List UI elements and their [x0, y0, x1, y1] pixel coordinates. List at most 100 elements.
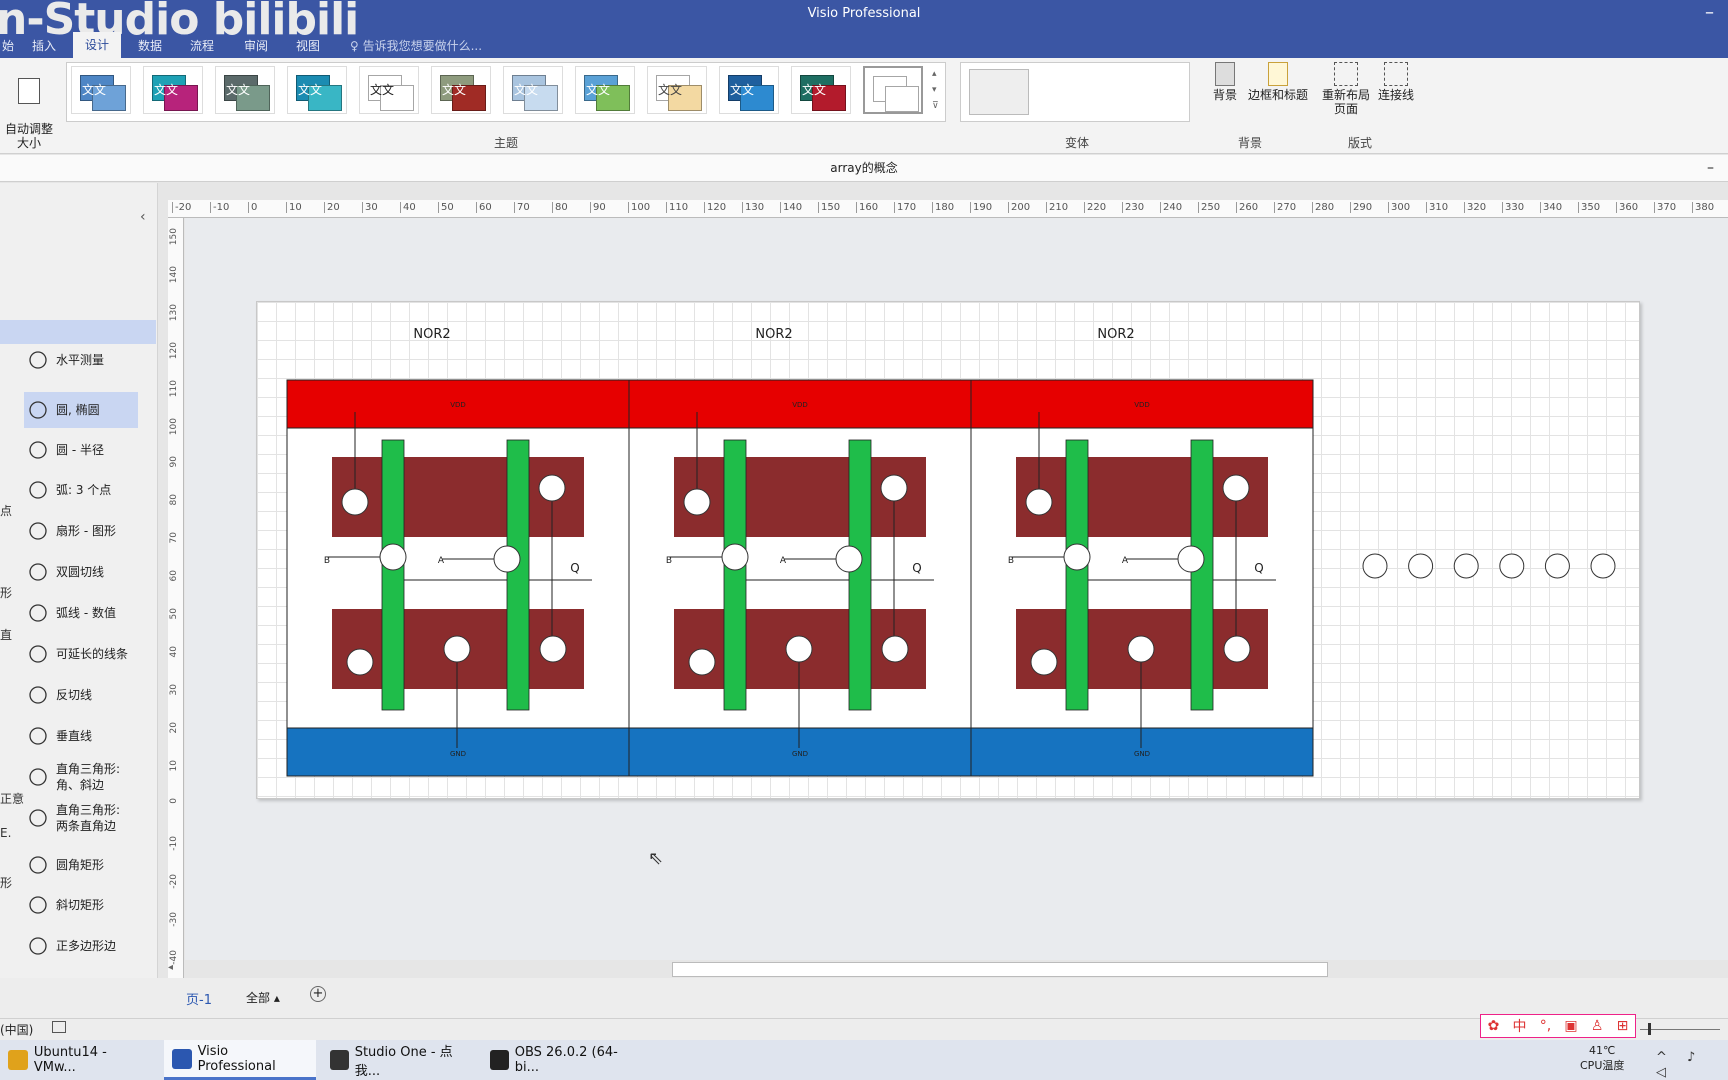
- loose-circle: [1453, 553, 1479, 579]
- toolbox-icon[interactable]: ▣: [1564, 1018, 1577, 1034]
- background-button[interactable]: 背景: [1210, 62, 1240, 102]
- tab-view[interactable]: 视图: [286, 35, 330, 56]
- theme-9[interactable]: 文文: [647, 66, 707, 114]
- shape-item-10[interactable]: 垂直线: [24, 718, 138, 754]
- shape-item-9[interactable]: 反切线: [24, 677, 138, 713]
- reverse-tangent-icon: [26, 683, 50, 707]
- shape-item-label: 弧线 - 数值: [56, 606, 116, 620]
- tab-home[interactable]: 始: [0, 35, 24, 56]
- collapse-panel-button[interactable]: ‹: [140, 209, 146, 225]
- shape-item-5[interactable]: 扇形 - 图形: [24, 513, 138, 549]
- layout-group-label: 版式: [1348, 136, 1373, 150]
- auto-size-button[interactable]: 自动调整 大小: [4, 64, 54, 150]
- shape-item-3[interactable]: 圆 - 半径: [24, 432, 138, 468]
- theme-6[interactable]: 文文: [431, 66, 491, 114]
- paw-icon[interactable]: ✿: [1488, 1018, 1500, 1034]
- shape-item-7[interactable]: 弧线 - 数值: [24, 595, 138, 631]
- ruler-tick: 140: [169, 266, 179, 284]
- circle-icon: [26, 398, 50, 422]
- tab-process[interactable]: 流程: [180, 35, 224, 56]
- grid-icon[interactable]: ⊞: [1617, 1018, 1629, 1034]
- theme-4[interactable]: 文文: [287, 66, 347, 114]
- gallery-scroll[interactable]: ▴ ▾ ⊽: [932, 66, 939, 114]
- vertical-ruler: 150 140 130 120 110 100 90 80 70 60 50 40 30 20 10 0 -10…: [168, 218, 184, 978]
- ruler-tick: 250: [1198, 202, 1220, 213]
- theme-10[interactable]: 文文: [719, 66, 779, 114]
- ruler-tick: 260: [1236, 202, 1258, 213]
- taskbar-item-3[interactable]: Studio One - 点我...: [322, 1040, 478, 1080]
- theme-11[interactable]: 文文: [791, 66, 851, 114]
- document-minimize-button[interactable]: –: [1707, 155, 1714, 181]
- taskbar-label: Ubuntu14 - VMw...: [33, 1045, 107, 1075]
- ruler-tick: 10: [169, 760, 179, 772]
- zoom-slider[interactable]: [1640, 1029, 1720, 1030]
- shape-item-1[interactable]: 水平测量: [24, 342, 138, 378]
- shape-item-label: 水平测量: [56, 353, 105, 367]
- theme-7[interactable]: 文文: [503, 66, 563, 114]
- theme-5[interactable]: 文文: [359, 66, 419, 114]
- contact: [688, 648, 716, 676]
- relayout-button[interactable]: 重新布局 页面: [1320, 62, 1372, 116]
- ruler-tick: 10: [286, 202, 302, 213]
- cut-label: 形: [0, 876, 13, 890]
- tab-review[interactable]: 审阅: [234, 35, 278, 56]
- shape-item-4[interactable]: 弧: 3 个点: [24, 472, 138, 508]
- shape-item-13[interactable]: 圆角矩形: [24, 847, 138, 883]
- contact: [880, 474, 908, 502]
- background-icon: [1215, 62, 1235, 86]
- zoom-thumb[interactable]: [1648, 1023, 1651, 1035]
- punct-icon[interactable]: °,: [1540, 1018, 1551, 1034]
- theme-2[interactable]: 文文: [143, 66, 203, 114]
- tell-me-search[interactable]: ♀ 告诉我您想要做什么...: [350, 37, 482, 54]
- minimize-button[interactable]: –: [1705, 2, 1714, 23]
- tab-insert[interactable]: 插入: [22, 35, 66, 56]
- taskbar-item-2[interactable]: Visio Professional: [164, 1040, 316, 1080]
- themes-group-label: 主题: [494, 136, 519, 150]
- shape-item-15[interactable]: 正多边形边: [24, 928, 138, 964]
- add-page-button[interactable]: +: [310, 986, 326, 1002]
- shape-item-2[interactable]: 圆, 椭圆: [24, 392, 138, 428]
- taskbar-item-1[interactable]: Ubuntu14 - VMw...: [0, 1040, 160, 1080]
- ime-mode[interactable]: 中: [1513, 1016, 1527, 1036]
- variant-1[interactable]: [969, 69, 1029, 115]
- user-icon[interactable]: ♙: [1591, 1018, 1604, 1034]
- theme-1[interactable]: 文文: [71, 66, 131, 114]
- cpu-temp: 41℃ CPU温度: [1580, 1044, 1625, 1072]
- taskbar-label: Visio Professional: [197, 1043, 276, 1074]
- tab-data[interactable]: 数据: [128, 35, 172, 56]
- arc-value-icon: [26, 601, 50, 625]
- input-a-label: A: [780, 556, 787, 566]
- bevel-rect-icon: [26, 893, 50, 917]
- borders-titles-button[interactable]: 边框和标题: [1246, 62, 1310, 102]
- shape-item-6[interactable]: 双圆切线: [24, 554, 138, 590]
- shape-item-11[interactable]: 直角三角形: 角、斜边: [24, 759, 138, 795]
- tab-design[interactable]: 设计: [73, 32, 122, 58]
- app-icon: [490, 1050, 509, 1070]
- taskbar-item-4[interactable]: OBS 26.0.2 (64-bi...: [482, 1040, 642, 1080]
- page-tab-1[interactable]: 页-1: [186, 989, 212, 1008]
- ime-toolbar[interactable]: ✿ 中 °, ▣ ♙ ⊞: [1480, 1014, 1636, 1038]
- theme-3[interactable]: 文文: [215, 66, 275, 114]
- nor2-array-diagram[interactable]: NOR2 VDD GND B A Q NOR2 VDD GND B A Q NOR2 VDD GND B A Q: [257, 302, 1641, 800]
- shape-item-14[interactable]: 斜切矩形: [24, 887, 138, 923]
- macro-icon[interactable]: [52, 1021, 66, 1033]
- tray-icons[interactable]: ^ ♪ ◁: [1656, 1050, 1728, 1080]
- output-q-label: Q: [912, 561, 921, 575]
- all-pages-button[interactable]: 全部 ▴: [246, 989, 280, 1006]
- shape-item-label: 可延长的线条: [56, 647, 129, 661]
- stencil-header[interactable]: [0, 320, 156, 344]
- theme-8[interactable]: 文文: [575, 66, 635, 114]
- shape-item-12[interactable]: 直角三角形: 两条直角边: [24, 800, 138, 836]
- shape-item-8[interactable]: 可延长的线条: [24, 636, 138, 672]
- ruler-tick: 270: [1274, 202, 1296, 213]
- connectors-button[interactable]: 连接线: [1376, 62, 1416, 102]
- output-q-label: Q: [570, 561, 579, 575]
- contact: [1063, 543, 1091, 571]
- title-bar: n-Studio bilibili Visio Professional – 始…: [0, 0, 1728, 58]
- ruler-tick: -10: [210, 202, 229, 213]
- drawing-page[interactable]: NOR2 VDD GND B A Q NOR2 VDD GND B A Q NOR2 VDD GND B A Q: [256, 301, 1640, 799]
- theme-12[interactable]: [863, 66, 923, 114]
- scroll-left-button[interactable]: ◂: [168, 962, 182, 977]
- horizontal-scrollbar[interactable]: [672, 962, 1328, 977]
- shape-item-label: 垂直线: [56, 729, 93, 743]
